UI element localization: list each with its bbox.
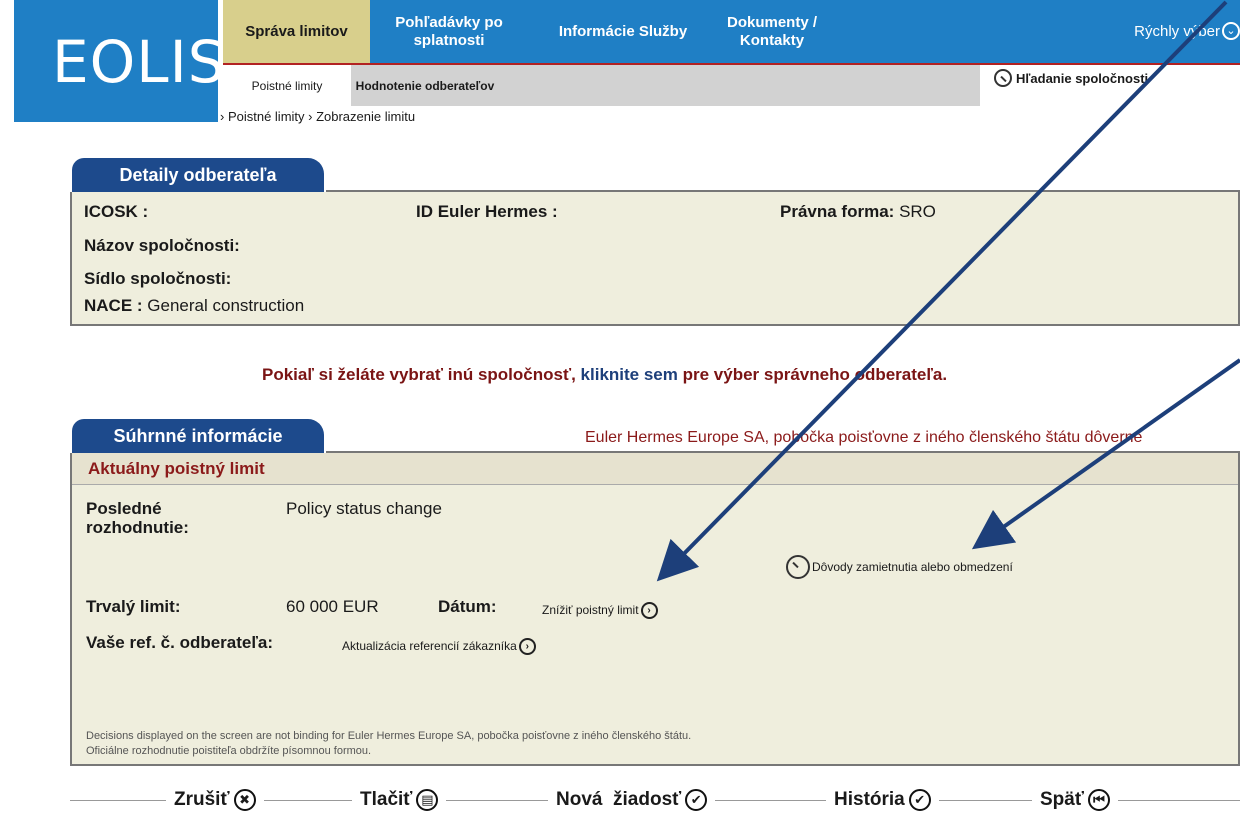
- legal-form-label: Právna forma:: [780, 202, 895, 221]
- nace-label: NACE :: [84, 296, 143, 315]
- disclaimer-line-2: Oficiálne rozhodnutie poistiteľa obdržít…: [86, 745, 372, 757]
- nace-value: General construction: [147, 296, 305, 315]
- select-other-text-2: pre výber správneho odberateľa.: [682, 365, 948, 384]
- reduce-limit-label: Znížiť poistný limit: [542, 603, 639, 617]
- buyer-details-tab: Detaily odberateľa: [70, 156, 326, 192]
- company-search-link[interactable]: Hľadanie spoločnosti: [994, 69, 1148, 87]
- history-label: História: [834, 789, 905, 810]
- tab-overdue-receivables[interactable]: Pohľadávky po splatnosti: [374, 0, 524, 63]
- reasons-link-label: Dôvody zamietnutia alebo obmedzení: [812, 560, 1013, 574]
- subtab-buyer-rating[interactable]: Hodnotenie odberateľov: [351, 65, 499, 106]
- subtab-insurance-limits[interactable]: Poistné limity: [223, 65, 351, 106]
- back-button[interactable]: Späť ⏮: [1032, 789, 1118, 811]
- last-decision-row: Posledné rozhodnutie:: [86, 499, 256, 537]
- date-row: Dátum:: [438, 597, 497, 617]
- logo-text: EOLIS: [52, 28, 226, 96]
- chevron-right-icon: ›: [640, 601, 658, 619]
- company-search-label: Hľadanie spoločnosti: [1016, 70, 1149, 86]
- quick-select-dropdown[interactable]: Rýchly výber ⌄: [1134, 22, 1240, 40]
- company-name-label: Názov spoločnosti:: [84, 236, 240, 255]
- cancel-button[interactable]: Zrušiť ✖: [166, 789, 264, 811]
- permanent-limit-value: 60 000 EUR: [286, 597, 379, 616]
- breadcrumb: › Poistné limity › Zobrazenie limitu: [220, 109, 416, 124]
- printer-icon: ▤: [416, 789, 439, 811]
- current-limit-header: Aktuálny poistný limit: [72, 453, 1238, 485]
- summary-panel: Aktuálny poistný limit Posledné rozhodnu…: [70, 451, 1240, 766]
- update-ref-link[interactable]: Aktualizácia referencií zákazníka ›: [342, 635, 536, 655]
- search-icon: [994, 69, 1012, 87]
- rewind-icon: ⏮: [1087, 789, 1110, 811]
- tab-documents-contacts[interactable]: Dokumenty / Kontakty: [701, 0, 843, 63]
- tab-limit-management[interactable]: Správa limitov: [223, 0, 370, 63]
- buyer-details-panel: ICOSK : ID Euler Hermes : Právna forma: …: [70, 190, 1240, 326]
- insurer-confidential-note: Euler Hermes Europe SA, pobočka poisťovn…: [585, 429, 1143, 446]
- icosk-row: ICOSK :: [84, 202, 148, 222]
- reduce-limit-group[interactable]: Znížiť poistný limit ›: [542, 601, 658, 619]
- permanent-limit-row: Trvalý limit:: [86, 597, 180, 617]
- ref-label: Vaše ref. č. odberateľa:: [86, 633, 274, 652]
- print-label: Tlačiť: [360, 789, 413, 810]
- company-seat-row: Sídlo spoločnosti:: [84, 269, 231, 289]
- new-request-label: Nová žiadosť: [556, 789, 682, 810]
- chevron-right-icon: ›: [518, 637, 536, 655]
- nace-row: NACE : General construction: [84, 296, 304, 316]
- print-button[interactable]: Tlačiť ▤: [352, 789, 447, 811]
- history-button[interactable]: História ✔: [826, 789, 939, 811]
- new-request-button[interactable]: Nová žiadosť ✔: [548, 789, 716, 811]
- legal-form-value: SRO: [899, 202, 936, 221]
- eh-id-row: ID Euler Hermes :: [416, 202, 558, 222]
- cancel-label: Zrušiť: [174, 789, 230, 810]
- sub-navigation: Poistné limity Hodnotenie odberateľov: [223, 65, 980, 106]
- disclaimer: Decisions displayed on the screen are no…: [86, 729, 691, 759]
- magnifier-icon: [786, 555, 810, 579]
- summary-info-tab: Súhrnné informácie: [70, 417, 326, 453]
- icosk-label: ICOSK :: [84, 202, 149, 221]
- select-other-click-link[interactable]: kliknite sem: [576, 365, 683, 384]
- company-seat-label: Sídlo spoločnosti:: [84, 269, 232, 288]
- close-icon: ✖: [233, 789, 256, 811]
- reasons-link-group[interactable]: Dôvody zamietnutia alebo obmedzení: [786, 555, 1013, 579]
- update-ref-label: Aktualizácia referencií zákazníka: [342, 639, 517, 653]
- back-label: Späť: [1040, 789, 1084, 810]
- reduce-limit-link[interactable]: Znížiť poistný limit ›: [542, 599, 658, 619]
- select-other-text-1: Pokiaľ si želáte vybrať inú spoločnosť,: [262, 365, 576, 384]
- current-limit-title: Aktuálny poistný limit: [88, 459, 265, 478]
- date-label: Dátum:: [438, 597, 497, 616]
- last-decision-label: Posledné rozhodnutie:: [86, 499, 189, 537]
- update-ref-group[interactable]: Aktualizácia referencií zákazníka ›: [342, 637, 536, 655]
- eh-id-label: ID Euler Hermes :: [416, 202, 558, 221]
- reasons-link[interactable]: Dôvody zamietnutia alebo obmedzení: [786, 555, 1013, 584]
- tab-info-services[interactable]: Informácie Služby: [553, 0, 693, 63]
- page: EOLIS Správa limitov Pohľadávky po splat…: [0, 0, 1240, 814]
- legal-form-row: Právna forma: SRO: [780, 202, 936, 222]
- select-other-company: Pokiaľ si želáte vybrať inú spoločnosť, …: [262, 365, 947, 385]
- disclaimer-line-1: Decisions displayed on the screen are no…: [86, 730, 692, 742]
- permanent-limit-label: Trvalý limit:: [86, 597, 181, 616]
- chevron-down-icon: ⌄: [1222, 22, 1240, 40]
- company-name-row: Názov spoločnosti:: [84, 236, 240, 256]
- ref-row: Vaše ref. č. odberateľa:: [86, 633, 273, 653]
- quick-select-label: Rýchly výber: [1134, 22, 1220, 40]
- top-navigation: Správa limitov Pohľadávky po splatnosti …: [223, 0, 1240, 63]
- check-icon: ✔: [908, 789, 931, 811]
- eolis-logo[interactable]: EOLIS: [14, 0, 225, 122]
- last-decision-value: Policy status change: [286, 499, 442, 518]
- check-icon: ✔: [685, 789, 708, 811]
